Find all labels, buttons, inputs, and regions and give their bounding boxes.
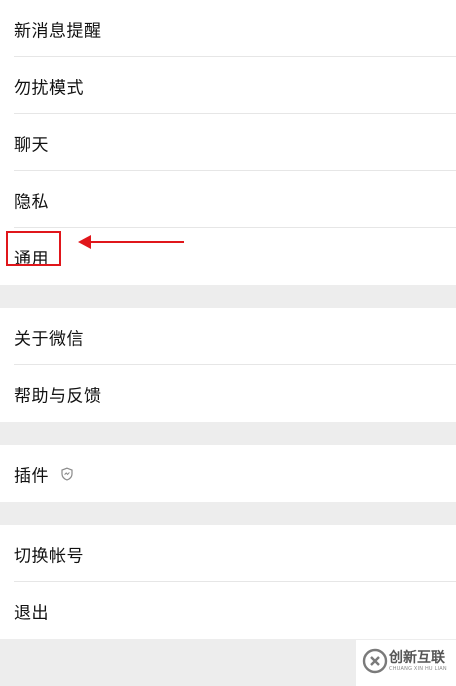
menu-item-label: 关于微信 xyxy=(14,329,84,349)
settings-group-2: 关于微信 帮助与反馈 xyxy=(0,308,456,422)
menu-item-label: 隐私 xyxy=(14,192,49,212)
watermark: 创新互联 CHUANG XIN HU LIAN xyxy=(356,640,456,686)
watermark-logo-icon xyxy=(362,648,388,674)
menu-item-label: 帮助与反馈 xyxy=(14,386,102,406)
settings-group-4: 切换帐号 退出 xyxy=(0,525,456,639)
menu-item-log-out[interactable]: 退出 xyxy=(0,582,456,639)
section-gap xyxy=(0,502,456,525)
watermark-name: 创新互联 xyxy=(389,650,445,666)
menu-item-label: 勿扰模式 xyxy=(14,78,84,98)
menu-item-label: 新消息提醒 xyxy=(14,21,102,41)
menu-item-about-wechat[interactable]: 关于微信 xyxy=(0,308,456,365)
menu-item-chat[interactable]: 聊天 xyxy=(0,114,456,171)
menu-item-new-message-alerts[interactable]: 新消息提醒 xyxy=(0,0,456,57)
highlight-box xyxy=(6,231,61,266)
settings-group-1: 新消息提醒 勿扰模式 聊天 隐私 通用 xyxy=(0,0,456,285)
menu-item-do-not-disturb[interactable]: 勿扰模式 xyxy=(0,57,456,114)
shield-icon xyxy=(61,467,73,481)
menu-item-general[interactable]: 通用 xyxy=(0,228,456,285)
settings-group-3: 插件 xyxy=(0,445,456,502)
arrow-left-icon xyxy=(78,235,184,249)
watermark-subtitle: CHUANG XIN HU LIAN xyxy=(389,666,447,672)
section-gap xyxy=(0,422,456,445)
menu-item-help-feedback[interactable]: 帮助与反馈 xyxy=(0,365,456,422)
menu-item-label: 退出 xyxy=(14,603,49,623)
menu-item-privacy[interactable]: 隐私 xyxy=(0,171,456,228)
menu-item-switch-account[interactable]: 切换帐号 xyxy=(0,525,456,582)
section-gap xyxy=(0,285,456,308)
menu-item-plugins[interactable]: 插件 xyxy=(0,445,456,502)
menu-item-label: 切换帐号 xyxy=(14,546,84,566)
menu-item-label: 聊天 xyxy=(14,135,49,155)
menu-item-label: 插件 xyxy=(14,466,49,486)
